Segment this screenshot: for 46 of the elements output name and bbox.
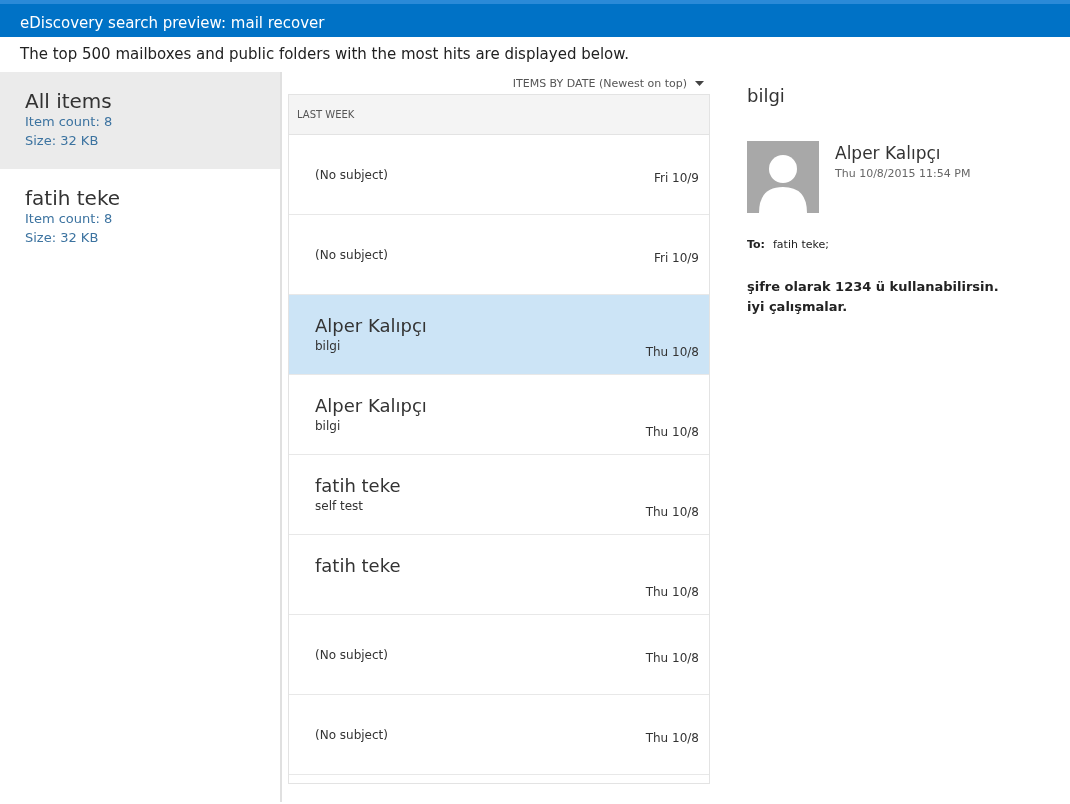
message-date: Thu 10/8 [645,504,699,521]
message-date: Fri 10/9 [653,170,699,187]
item-count: Item count: 8 [25,209,114,228]
message-date: Thu 10/8 [645,584,699,601]
item-count: Item count: 8 [25,112,114,131]
message-date: Thu 10/8 [645,730,699,747]
intro-text: The top 500 mailboxes and public folders with the most hits are displayed below. [19,44,630,65]
sent-time: Thu 10/8/2015 11:54 PM [835,166,971,182]
message-subject: (No subject) [315,166,388,184]
body-text: şifre olarak 1234 ü kullanabilirsin. [747,278,1000,296]
mailbox-item[interactable]: All items Item count: 8 Size: 32 KB [0,71,280,169]
caret-icon [695,81,704,87]
group-header: LAST WEEK [289,95,709,135]
window-title: eDiscovery search preview: mail recover [0,0,1070,37]
message-item[interactable]: fatih teke Thu 10/8 [289,535,709,615]
message-item[interactable]: (No subject) Thu 10/8 [289,695,709,775]
message-date: Fri 10/9 [653,250,699,267]
message-item[interactable]: fatih teke self test Thu 10/8 [289,455,709,535]
message-subject: self test [315,497,364,515]
mailbox-size: Size: 32 KB [25,229,100,247]
recipient: fatih teke; [773,236,829,253]
to-label: To: [747,236,765,253]
message-sender: fatih teke [315,475,401,497]
message-sender: fatih teke [315,555,401,577]
message-sender: Alper Kalıpçı [315,395,427,417]
message-subject: (No subject) [315,726,388,744]
message-subject: (No subject) [315,246,388,264]
body-text: iyi çalışmalar. [747,297,849,316]
message-date: Thu 10/8 [645,344,699,361]
message-date: Thu 10/8 [645,650,699,667]
sort-dropdown[interactable]: ITEMS BY DATE (Newest on top) [512,75,704,92]
message-date: Thu 10/8 [645,424,699,441]
message-item[interactable]: Alper Kalıpçı bilgi Thu 10/8 [289,375,709,455]
mailbox-name: fatih teke [25,186,122,209]
mailbox-item[interactable]: fatih teke Item count: 8 Size: 32 KB [0,168,280,266]
message-sender: Alper Kalıpçı [315,315,427,337]
message-subject: (No subject) [315,646,388,664]
sender-name: Alper Kalıpçı [835,141,942,165]
message-item[interactable]: (No subject) Thu 10/8 [289,615,709,695]
mailbox-size: Size: 32 KB [25,132,100,150]
message-subject: bilgi [315,417,341,435]
mailbox-name: All items [25,89,113,112]
message-subject-heading: bilgi [747,83,786,108]
message-subject: bilgi [315,337,341,355]
message-item[interactable]: Alper Kalıpçı bilgi Thu 10/8 [289,295,709,375]
message-item[interactable]: (No subject) Fri 10/9 [289,135,709,215]
